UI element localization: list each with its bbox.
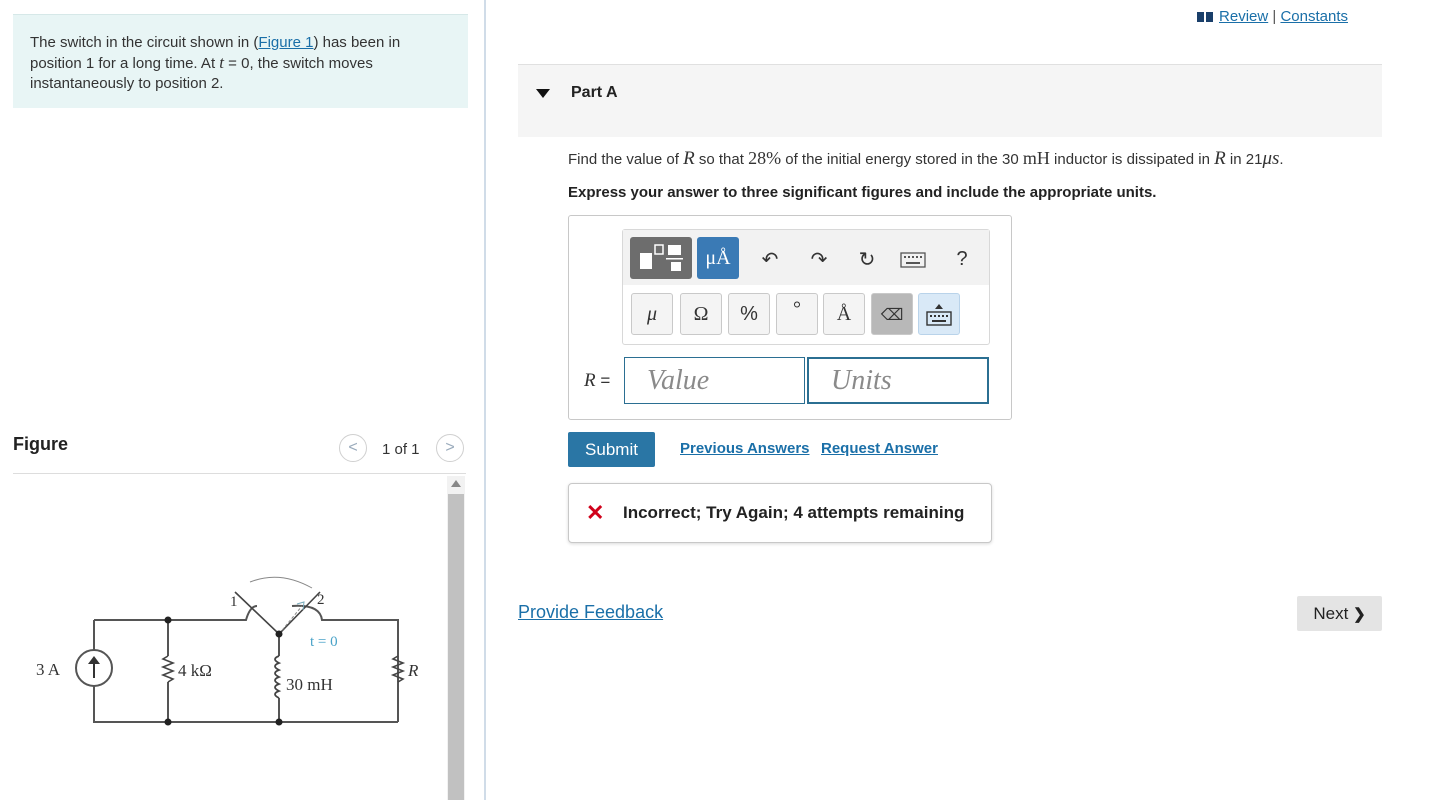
undo-icon: ↶	[761, 248, 779, 271]
chevron-right-icon: ❯	[1353, 605, 1366, 623]
switch-icon	[234, 576, 321, 636]
redo-icon: ↷	[810, 248, 828, 271]
provide-feedback-link[interactable]: Provide Feedback	[518, 602, 663, 623]
keyboard-button[interactable]	[900, 252, 926, 272]
next-button[interactable]: Next ❯	[1297, 596, 1382, 631]
part-a-title[interactable]: Part A	[571, 84, 618, 102]
reset-button[interactable]: ↻	[852, 244, 882, 274]
current-source-icon	[75, 649, 113, 687]
backspace-icon: ⌫	[880, 304, 904, 324]
answer-label-eq: =	[595, 371, 611, 390]
problem-text-1: The switch in the circuit shown in (	[30, 34, 259, 51]
question-text: Find the value of R so that 28% of the i…	[568, 148, 1284, 170]
review-link[interactable]: Review	[1219, 8, 1268, 25]
percent-button[interactable]: %	[728, 293, 770, 335]
switch-pos1-label: 1	[230, 594, 238, 610]
question-part: Find the value of	[568, 151, 684, 168]
figure-link[interactable]: Figure 1	[258, 34, 313, 51]
help-icon: ?	[956, 247, 968, 270]
figure-divider	[13, 473, 466, 474]
book-icon	[1197, 12, 1214, 23]
units-input[interactable]: Units	[807, 357, 989, 404]
units-palette-button[interactable]: μÅ	[697, 237, 739, 279]
answer-label: R =	[584, 370, 610, 392]
templates-button[interactable]	[630, 237, 692, 279]
omega-icon: Ω	[693, 302, 709, 325]
question-var-r: R	[1214, 148, 1226, 169]
error-x-icon: ✕	[586, 500, 605, 525]
constants-link[interactable]: Constants	[1280, 8, 1348, 25]
instruction-text: Express your answer to three significant…	[568, 184, 1157, 201]
pane-divider[interactable]	[484, 0, 486, 800]
inductor-icon	[274, 655, 282, 699]
previous-answers-link[interactable]: Previous Answers	[680, 440, 810, 457]
question-part: .	[1279, 151, 1284, 168]
resistor1-label: 4 kΩ	[178, 661, 212, 680]
inductor-label: 30 mH	[286, 675, 333, 694]
figure-scroll-thumb[interactable]	[448, 494, 464, 800]
links-separator: |	[1272, 8, 1277, 25]
question-percent-symbol: %	[766, 148, 782, 168]
omega-button[interactable]: Ω	[680, 293, 722, 335]
switch-pos2-label: 2	[317, 592, 325, 608]
figure-title: Figure	[13, 434, 69, 454]
undo-button[interactable]: ↶	[755, 244, 785, 274]
question-unit-mh: mH	[1022, 148, 1050, 168]
resistor2-label: R	[407, 661, 419, 680]
part-a-header[interactable]	[518, 64, 1382, 137]
mu-button[interactable]: μ	[631, 293, 673, 335]
reset-icon: ↻	[858, 248, 876, 271]
angstrom-button[interactable]: Å	[823, 293, 865, 335]
keyboard-icon	[900, 252, 926, 268]
question-unit-us: μs	[1262, 148, 1280, 169]
keyboard-toggle-icon	[926, 304, 952, 326]
figure-next-button[interactable]: >	[436, 434, 464, 462]
mu-icon: μ	[646, 302, 658, 325]
percent-icon: %	[740, 302, 758, 325]
submit-button[interactable]: Submit	[568, 432, 655, 467]
chevron-right-icon: >	[445, 439, 455, 456]
request-answer-link[interactable]: Request Answer	[821, 440, 938, 457]
problem-statement: The switch in the circuit shown in (Figu…	[13, 14, 468, 108]
units-placeholder: Units	[831, 365, 892, 396]
figure-prev-button[interactable]: <	[339, 434, 367, 462]
help-button[interactable]: ?	[947, 244, 977, 274]
scroll-up-icon[interactable]	[451, 480, 461, 487]
question-part: inductor is dissipated in	[1049, 151, 1215, 168]
figure-counter: 1 of 1	[382, 441, 420, 458]
question-percent-value: 28	[748, 148, 767, 168]
question-part: so that	[694, 151, 749, 168]
circuit-diagram: 3 A 4 kΩ 30 mH R 1 2 t = 0	[36, 576, 419, 726]
answer-label-var: R	[584, 370, 596, 391]
value-placeholder: Value	[647, 365, 710, 396]
resistor-4k-icon	[160, 655, 176, 683]
incorrect-message: Incorrect; Try Again; 4 attempts remaini…	[623, 503, 965, 522]
next-label: Next	[1313, 603, 1349, 623]
degree-button[interactable]: °	[776, 293, 818, 335]
switch-time-label: t = 0	[310, 634, 338, 650]
caret-down-icon[interactable]	[536, 89, 550, 98]
templates-icon	[640, 244, 683, 271]
angstrom-icon: Å	[836, 302, 852, 325]
review-constants-links: Review | Constants	[1197, 8, 1348, 25]
delete-button[interactable]: ⌫	[871, 293, 913, 335]
micro-angstrom-icon: μÅ	[705, 246, 731, 269]
question-part: in 21	[1225, 151, 1263, 168]
source-label: 3 A	[36, 660, 61, 679]
question-var-r: R	[683, 148, 695, 169]
question-part: of the initial energy stored in the 30	[781, 151, 1023, 168]
keyboard-toggle-button[interactable]	[918, 293, 960, 335]
degree-icon: °	[793, 298, 801, 320]
redo-button[interactable]: ↷	[804, 244, 834, 274]
value-input[interactable]: Value	[624, 357, 805, 404]
chevron-left-icon: <	[348, 439, 358, 456]
